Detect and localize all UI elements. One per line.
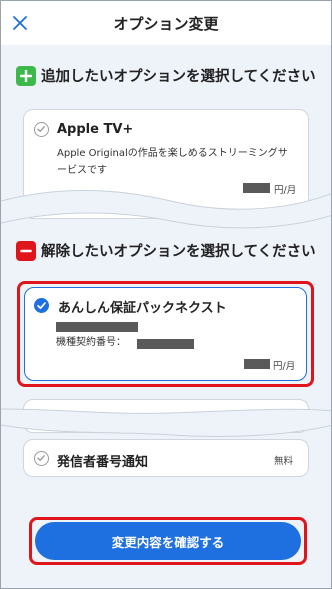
remove-section-heading: 解除したいオプションを選択してください: [16, 240, 316, 261]
add-section-title: 追加したいオプションを選択してください: [41, 69, 316, 85]
redacted-text: [56, 322, 138, 332]
contract-number-label: 機種契約番号：: [56, 337, 126, 348]
minus-icon: [16, 240, 36, 261]
price-free: 無料: [274, 456, 294, 467]
checkbox-icon[interactable]: [34, 451, 49, 466]
option-card-anshin-hosho[interactable]: あんしん保証パックネクスト 機種契約番号： 円/月: [24, 287, 307, 381]
remove-section-title: 解除したいオプションを選択してください: [41, 244, 316, 260]
option-card-caller-id[interactable]: 発信者番号通知 無料: [23, 439, 309, 477]
screen: オプション変更 追加したいオプションを選択してください Apple TV+ Ap…: [0, 0, 332, 589]
plus-icon: [16, 65, 36, 86]
option-title: 発信者番号通知: [57, 455, 149, 470]
option-title: Apple TV+: [57, 122, 134, 137]
header: オプション変更: [1, 1, 331, 45]
price-unit: 円/月: [273, 361, 296, 372]
confirm-changes-button[interactable]: 変更内容を確認する: [35, 522, 301, 560]
add-section-heading: 追加したいオプションを選択してください: [16, 65, 316, 86]
torn-divider: [1, 190, 331, 229]
checkbox-icon[interactable]: [34, 122, 49, 137]
page-title: オプション変更: [113, 15, 219, 33]
option-title: あんしん保証パックネクスト: [58, 301, 227, 316]
redacted-price: [244, 359, 270, 369]
option-description: Apple Originalの作品を楽しめるストリーミングサービスです: [57, 148, 288, 176]
checked-icon[interactable]: [34, 298, 49, 313]
redacted-contract-number: [137, 339, 194, 349]
